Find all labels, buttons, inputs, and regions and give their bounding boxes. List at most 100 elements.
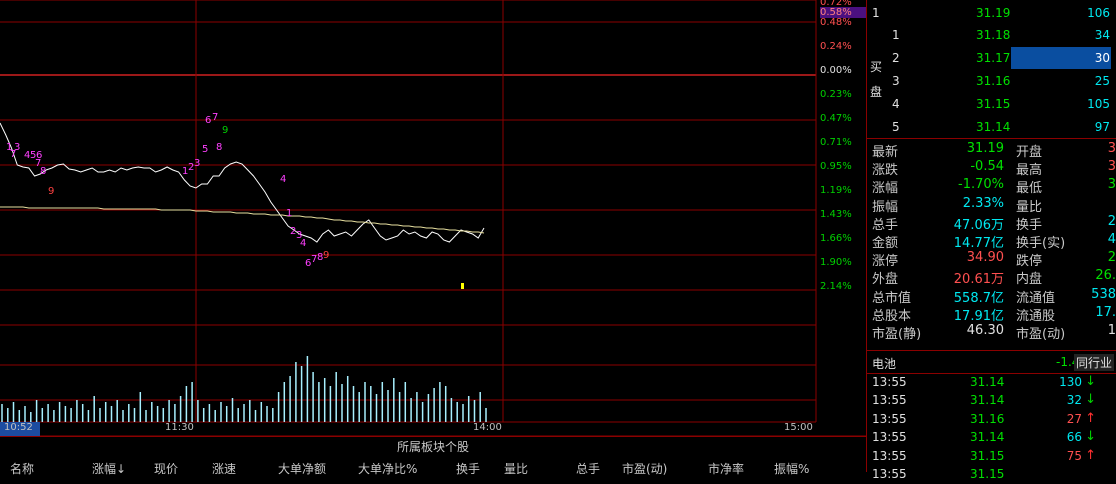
tick-time: 13:55	[872, 411, 907, 426]
stat-value: 31.19	[966, 141, 1004, 156]
tick-time: 13:55	[872, 430, 907, 445]
percent-label: 1.19%	[820, 185, 852, 196]
stat-label: 最低	[1016, 181, 1043, 197]
stat-value: -0.54	[970, 159, 1004, 175]
stat-label: 流通股	[1016, 308, 1056, 324]
order-price: 31.19	[976, 6, 1011, 20]
tick-price: 31.14	[970, 430, 1005, 445]
tick-time: 13:55	[872, 467, 907, 481]
column-header[interactable]: 市净率	[708, 460, 744, 477]
order-volume: 97	[1094, 120, 1110, 134]
stat-value: 2	[1107, 213, 1116, 229]
tick-time: 13:55	[872, 375, 907, 389]
column-header[interactable]: 总手	[576, 460, 600, 477]
marker-label: 5	[202, 144, 208, 155]
column-header[interactable]: 大单净额	[278, 460, 326, 477]
column-header[interactable]: 换手	[456, 460, 480, 477]
order-price: 31.18	[976, 28, 1011, 42]
percent-label: 1.66%	[820, 233, 852, 244]
bottom-title: 所属板块个股	[396, 440, 469, 454]
current-marker	[461, 283, 464, 289]
marker-label: 8	[40, 166, 46, 177]
stat-row: 涨停 34.90 跌停 2	[866, 249, 1116, 270]
marker-label: 9	[48, 186, 54, 197]
stat-label: 总市值	[872, 290, 912, 306]
column-header[interactable]: 涨幅↓	[92, 460, 126, 477]
marker-label: 4	[280, 174, 286, 185]
order-level: 2	[892, 51, 900, 65]
order-book-row[interactable]: 5 31.14 97	[866, 116, 1116, 138]
stat-value: 3	[1107, 141, 1116, 156]
stat-label: 总手	[872, 217, 899, 233]
stat-label: 流通值	[1016, 290, 1056, 306]
arrow-up-icon: ↑	[1085, 447, 1096, 463]
stat-label: 跌停	[1016, 254, 1043, 270]
stat-value: 4	[1107, 232, 1116, 247]
order-book-row[interactable]: 2 31.17 30	[866, 47, 1116, 69]
order-level: 1	[892, 28, 900, 42]
order-volume: 105	[1087, 97, 1110, 111]
tick-volume: 75	[1066, 448, 1082, 463]
percent-label: 0.71%	[820, 137, 852, 148]
stat-label: 涨跌	[872, 163, 899, 179]
sector-bar[interactable]: 电池 -1.47% 同行业	[866, 350, 1116, 374]
stat-label: 市盈(动)	[1016, 327, 1066, 342]
order-level: 3	[892, 74, 900, 88]
stat-value: -1.70%	[958, 177, 1004, 193]
sector-name: 电池	[872, 357, 897, 371]
percent-label: 0.48%	[820, 17, 852, 28]
stat-value: 34.90	[966, 250, 1004, 266]
tab-same-industry[interactable]: 同行业	[1073, 354, 1114, 371]
column-header[interactable]: 名称	[10, 460, 34, 477]
marker-label: 4	[300, 238, 306, 249]
stat-label: 涨停	[872, 254, 899, 270]
column-header[interactable]: 大单净比%	[358, 460, 417, 477]
percent-label: 0.23%	[820, 89, 852, 100]
tick-volume: 27	[1066, 411, 1082, 426]
order-book-row[interactable]: 3 31.16 25	[866, 70, 1116, 92]
order-book-row[interactable]: 1 31.19 106	[866, 2, 1116, 24]
column-header[interactable]: 振幅%	[774, 460, 809, 477]
order-price: 31.14	[976, 120, 1011, 134]
order-volume: 106	[1087, 6, 1110, 20]
order-volume: 30	[1094, 51, 1110, 65]
time-label: 11:30	[165, 422, 194, 433]
column-header[interactable]: 现价	[154, 460, 178, 477]
stat-label: 总股本	[872, 308, 912, 324]
stat-label: 量比	[1016, 199, 1043, 215]
order-volume: 25	[1094, 74, 1110, 88]
tick-time: 13:55	[872, 448, 907, 463]
marker-label: 9	[222, 125, 228, 136]
arrow-down-icon: ↓	[1085, 392, 1096, 408]
stat-value: 14.77亿	[953, 236, 1004, 251]
stat-row: 市盈(静) 46.30 市盈(动) 1	[866, 322, 1116, 342]
percent-label: 0.24%	[820, 41, 852, 52]
stat-label: 最高	[1016, 163, 1043, 179]
stat-label: 最新	[872, 145, 899, 160]
time-label: 15:00	[784, 422, 813, 433]
stat-row: 涨跌 -0.54 最高 3	[866, 158, 1116, 179]
intraday-chart[interactable]: 1 37 4 5 67896 795 81 2 3412 346 7 8 9	[0, 0, 866, 436]
stat-row: 振幅 2.33% 量比	[866, 195, 1116, 215]
order-book-row[interactable]: 1 31.18 34	[866, 24, 1116, 46]
tick-price: 31.14	[970, 375, 1005, 389]
order-price: 31.15	[976, 97, 1011, 111]
stat-value: 538	[1091, 286, 1116, 302]
percent-label: 0.00%	[820, 65, 852, 76]
tick-row: 13:55 31.15	[866, 466, 1116, 484]
column-header[interactable]: 涨速	[212, 460, 236, 477]
marker-label: 3	[194, 158, 200, 169]
tick-volume: 66	[1066, 430, 1082, 445]
stat-row: 涨幅 -1.70% 最低 3	[866, 176, 1116, 197]
order-book-row[interactable]: 4 31.15 105	[866, 93, 1116, 115]
stat-row: 外盘 20.61万 内盘 26.	[866, 267, 1116, 287]
arrow-down-icon: ↓	[1085, 374, 1096, 389]
order-volume: 34	[1094, 28, 1110, 42]
marker-label: 6	[205, 115, 211, 126]
stat-label: 开盘	[1016, 145, 1043, 160]
column-header[interactable]: 市盈(动)	[622, 460, 667, 477]
column-header[interactable]: 量比	[504, 460, 528, 477]
marker-label: 7	[212, 112, 218, 123]
order-level: 4	[892, 97, 900, 111]
stat-row: 金额 14.77亿 换手(实) 4	[866, 231, 1116, 251]
